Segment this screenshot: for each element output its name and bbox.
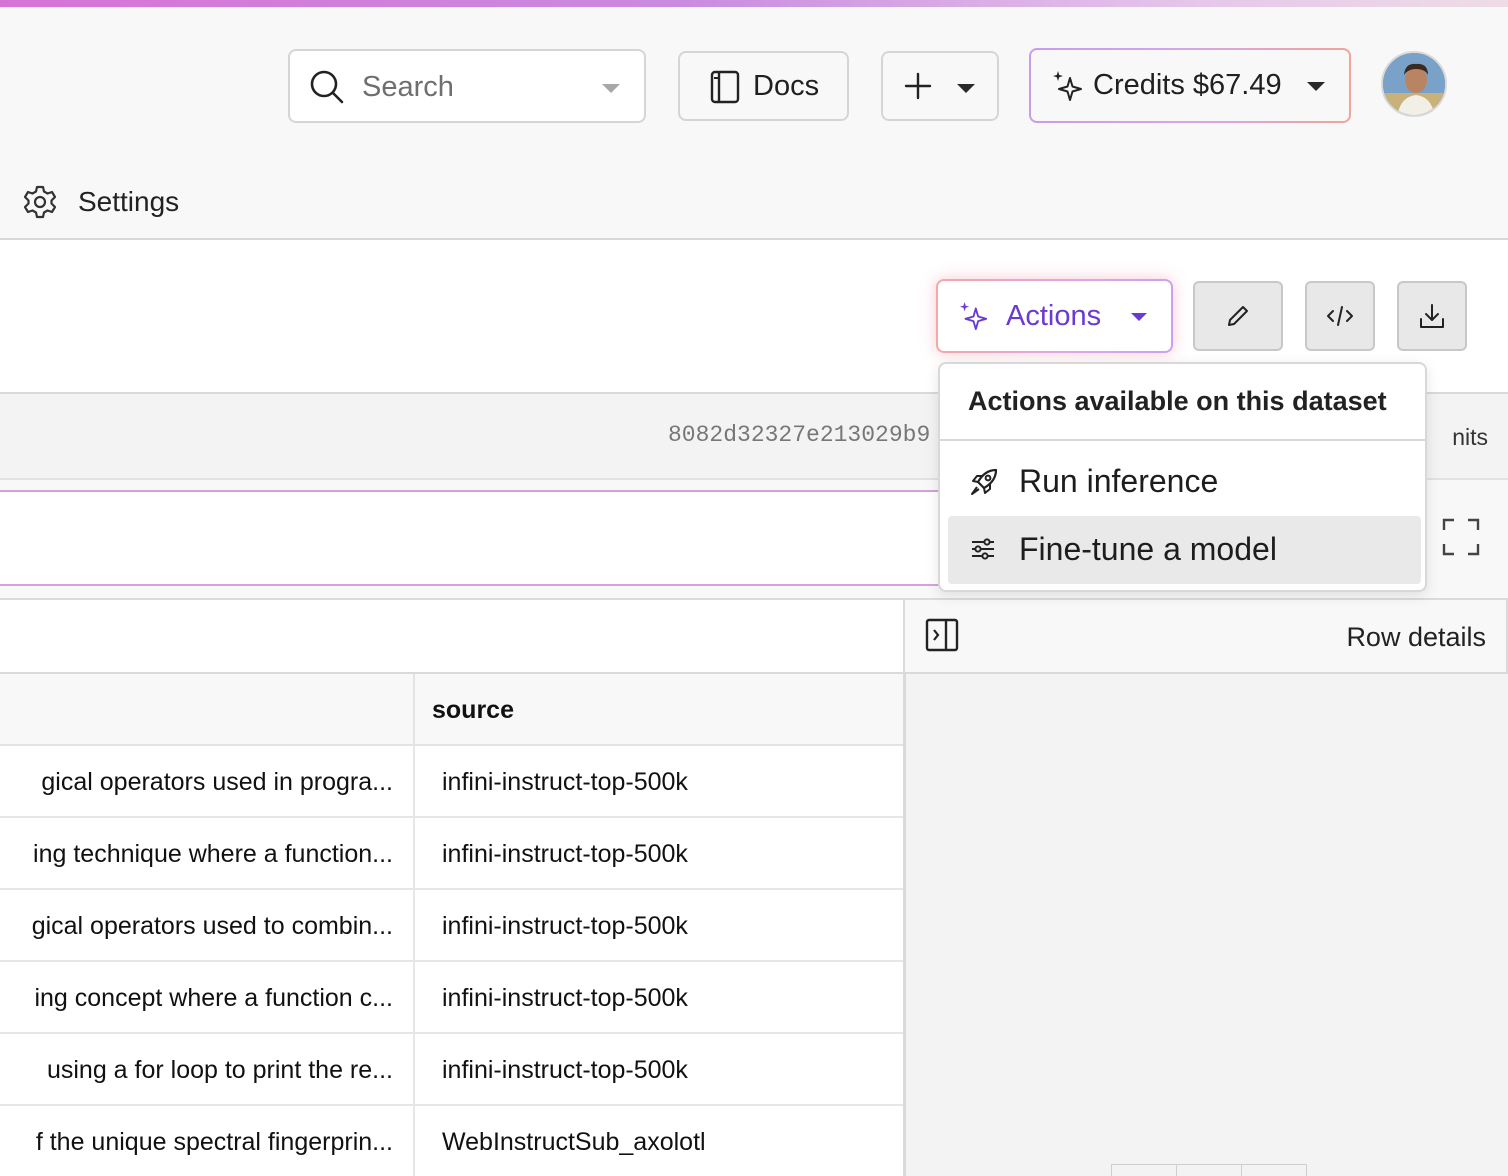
user-avatar[interactable]: [1381, 51, 1447, 117]
code-button[interactable]: [1305, 281, 1375, 351]
panel-toggle-icon[interactable]: [925, 618, 959, 652]
credits-button[interactable]: Credits $67.49: [1029, 48, 1351, 123]
menu-heading: Actions available on this dataset: [968, 386, 1387, 416]
table-cell: f the unique spectral fingerprin...: [0, 1106, 415, 1176]
chevron-down-icon: [957, 84, 975, 93]
menu-divider: [940, 439, 1425, 441]
menu-item-fine-tune[interactable]: Fine-tune a model: [948, 516, 1421, 584]
cell-source: WebInstructSub_axolotl: [442, 1128, 706, 1156]
actions-dropdown-menu: Actions available on this dataset Run in…: [938, 362, 1427, 592]
column-header-source[interactable]: source: [432, 696, 514, 725]
cell-text: f the unique spectral fingerprin...: [35, 1128, 393, 1156]
table-row[interactable]: gical operators used in progra... infini…: [0, 746, 903, 818]
credits-label: Credits $67.49: [1093, 69, 1282, 101]
table-header: source: [0, 674, 903, 746]
table-cell: ing technique where a function...: [0, 818, 415, 888]
chevron-down-icon: [602, 84, 620, 93]
chevron-down-icon: [1131, 313, 1147, 321]
table-row[interactable]: gical operators used to combin... infini…: [0, 890, 903, 962]
cell-text: gical operators used in progra...: [41, 768, 393, 796]
row-details-panel: [903, 674, 1508, 1176]
table-cell: gical operators used to combin...: [0, 890, 415, 960]
table-cell: ing concept where a function c...: [0, 962, 415, 1032]
sliders-icon: [972, 538, 994, 560]
table-toolbar: [0, 598, 903, 674]
docs-button[interactable]: Docs: [678, 51, 849, 121]
pencil-icon: [1228, 306, 1248, 326]
top-gradient-line: [0, 0, 1508, 7]
gear-icon[interactable]: [22, 184, 58, 220]
menu-item-label: Run inference: [1019, 463, 1219, 499]
actions-label: Actions: [1006, 300, 1102, 332]
row-details-title: Row details: [1346, 622, 1486, 652]
cell-source: infini-instruct-top-500k: [442, 984, 688, 1012]
settings-tab[interactable]: Settings: [78, 186, 179, 218]
search-placeholder: Search: [362, 71, 454, 103]
create-new-button[interactable]: [881, 51, 999, 121]
table-row[interactable]: ing concept where a function c... infini…: [0, 962, 903, 1034]
menu-item-label: Fine-tune a model: [1019, 531, 1277, 567]
cell-source: infini-instruct-top-500k: [442, 912, 688, 940]
sparkle-icon: [1053, 71, 1082, 101]
search-icon: [310, 70, 344, 104]
row-details-header: Row details: [903, 598, 1508, 674]
cell-source: infini-instruct-top-500k: [442, 1056, 688, 1084]
table-row[interactable]: ing technique where a function... infini…: [0, 818, 903, 890]
menu-item-run-inference[interactable]: Run inference: [948, 448, 1421, 516]
plus-icon: [904, 72, 932, 100]
cell-source: infini-instruct-top-500k: [442, 768, 688, 796]
avatar-image: [1383, 53, 1445, 115]
cell-text: ing concept where a function c...: [34, 984, 393, 1012]
settings-nav: Settings: [0, 160, 1508, 240]
cell-source: infini-instruct-top-500k: [442, 840, 688, 868]
pagination-controls[interactable]: [1111, 1164, 1307, 1176]
fullscreen-icon[interactable]: [1440, 516, 1482, 558]
cell-text: gical operators used to combin...: [31, 912, 393, 940]
table-row[interactable]: using a for loop to print the re... infi…: [0, 1034, 903, 1106]
download-icon: [1420, 304, 1444, 328]
table-cell: gical operators used in progra...: [0, 746, 415, 816]
commits-link[interactable]: nits: [1428, 424, 1488, 451]
download-button[interactable]: [1397, 281, 1467, 351]
edit-button[interactable]: [1193, 281, 1283, 351]
cell-text: using a for loop to print the re...: [46, 1056, 393, 1084]
actions-button[interactable]: Actions: [936, 279, 1173, 353]
table-row[interactable]: f the unique spectral fingerprin... WebI…: [0, 1106, 903, 1176]
commit-hash[interactable]: 8082d32327e213029b9: [668, 422, 930, 448]
cell-text: ing technique where a function...: [33, 840, 393, 868]
chevron-down-icon: [1307, 82, 1325, 91]
rocket-icon: [971, 468, 998, 495]
book-icon: [710, 70, 740, 104]
table-cell: using a for loop to print the re...: [0, 1034, 415, 1104]
query-input-area[interactable]: [0, 490, 940, 586]
code-icon: [1327, 306, 1353, 326]
docs-label: Docs: [753, 70, 820, 102]
search-input[interactable]: Search: [288, 49, 646, 123]
sparkle-icon: [959, 301, 988, 331]
column-header-text[interactable]: [0, 674, 415, 744]
dataset-table: source gical operators used in progra...…: [0, 674, 903, 1176]
